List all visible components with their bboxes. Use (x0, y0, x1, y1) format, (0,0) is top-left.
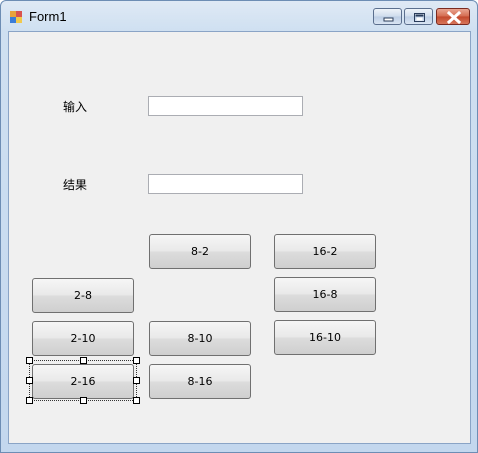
convert-16-8-button[interactable]: 16-8 (274, 277, 376, 312)
resize-handle-w[interactable] (26, 377, 33, 384)
window-title: Form1 (29, 9, 67, 24)
convert-16-10-button[interactable]: 16-10 (274, 320, 376, 355)
input-textbox[interactable] (148, 96, 303, 116)
close-button[interactable] (436, 8, 470, 25)
designer-selection-frame (29, 360, 137, 401)
form-client-area: 输入 结果 8-2 16-2 2-8 16-8 2-10 8-10 16-10 … (8, 31, 471, 444)
convert-8-16-button[interactable]: 8-16 (149, 364, 251, 399)
maximize-icon (414, 13, 425, 22)
maximize-button[interactable] (404, 8, 433, 25)
resize-handle-e[interactable] (133, 377, 140, 384)
resize-handle-se[interactable] (133, 397, 140, 404)
convert-8-10-button[interactable]: 8-10 (149, 321, 251, 356)
resize-handle-nw[interactable] (26, 357, 33, 364)
close-icon (446, 10, 462, 25)
result-label: 结果 (63, 178, 88, 192)
result-textbox[interactable] (148, 174, 303, 194)
minimize-button[interactable] (373, 8, 402, 25)
form1-window: Form1 输入 结果 8-2 16-2 2-8 16-8 2-10 8-10 … (0, 0, 478, 453)
convert-2-10-button[interactable]: 2-10 (32, 321, 134, 356)
convert-16-2-button[interactable]: 16-2 (274, 234, 376, 269)
resize-handle-s[interactable] (80, 397, 87, 404)
input-label: 输入 (63, 100, 88, 114)
title-bar[interactable]: Form1 (1, 1, 477, 31)
form-app-icon (10, 11, 22, 23)
resize-handle-ne[interactable] (133, 357, 140, 364)
convert-2-8-button[interactable]: 2-8 (32, 278, 134, 313)
resize-handle-n[interactable] (80, 357, 87, 364)
convert-8-2-button[interactable]: 8-2 (149, 234, 251, 269)
minimize-icon (383, 17, 394, 22)
resize-handle-sw[interactable] (26, 397, 33, 404)
